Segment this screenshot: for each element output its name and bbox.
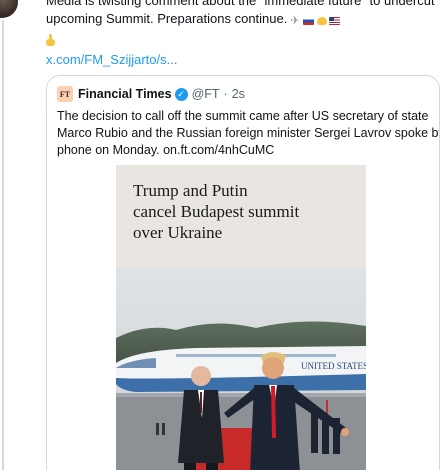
- quoted-tweet-text: The decision to call off the summit came…: [57, 108, 440, 159]
- quoted-tweet-header: FT Financial Times ✓ @FT · 2s: [57, 86, 245, 102]
- quoted-account-name[interactable]: Financial Times: [78, 87, 172, 101]
- quoted-timestamp[interactable]: 2s: [232, 87, 245, 101]
- ft-logo-avatar[interactable]: FT: [57, 86, 73, 102]
- airplane: UNITED STATES: [116, 346, 366, 392]
- tweet-text-line-2-text: upcoming Summit. Preparations continue.: [46, 11, 288, 26]
- article-headline: Trump and Putin cancel Budapest summit o…: [133, 180, 353, 243]
- article-preview-image[interactable]: Trump and Putin cancel Budapest summit o…: [116, 165, 366, 470]
- quoted-text-line-2: Marco Rubio and the Russian foreign mini…: [57, 126, 440, 140]
- headline-line-1: Trump and Putin: [133, 181, 248, 200]
- tweet-body: Media is twisting comment about the "imm…: [46, 0, 438, 30]
- thread-connector-line: [2, 20, 4, 470]
- plane-lettering: UNITED STATES: [301, 361, 366, 371]
- quoted-tweet-card[interactable]: FT Financial Times ✓ @FT · 2s The decisi…: [46, 75, 440, 470]
- author-avatar[interactable]: [0, 0, 18, 18]
- quoted-text-line-1: The decision to call off the summit came…: [57, 109, 429, 123]
- pointing-down-emoji-icon: [46, 34, 55, 46]
- headline-line-2: cancel Budapest summit: [133, 202, 300, 221]
- headline-line-3: over Ukraine: [133, 223, 223, 242]
- article-photo: UNITED STATES: [116, 268, 366, 470]
- verified-badge-icon: ✓: [174, 87, 188, 101]
- us-flag-icon: [328, 16, 340, 25]
- quoted-text-line-3: phone on Monday. on.ft.com/4nhCuMC: [57, 143, 275, 157]
- tweet-thread-view: Media is twisting comment about the "imm…: [0, 0, 444, 470]
- hand-emoji-icon: [316, 16, 327, 25]
- tweet-link[interactable]: x.com/FM_Szijjarto/s...: [46, 52, 177, 67]
- quoted-account-handle[interactable]: @FT: [192, 87, 220, 101]
- russia-flag-icon: [302, 16, 314, 25]
- emoji-group: ✈: [290, 11, 342, 30]
- airplane-emoji-icon: ✈: [290, 15, 300, 27]
- tweet-text-line-1: Media is twisting comment about the "imm…: [46, 0, 438, 8]
- tweet-text-line-2: upcoming Summit. Preparations continue. ✈: [46, 10, 438, 30]
- separator-dot: ·: [223, 87, 228, 101]
